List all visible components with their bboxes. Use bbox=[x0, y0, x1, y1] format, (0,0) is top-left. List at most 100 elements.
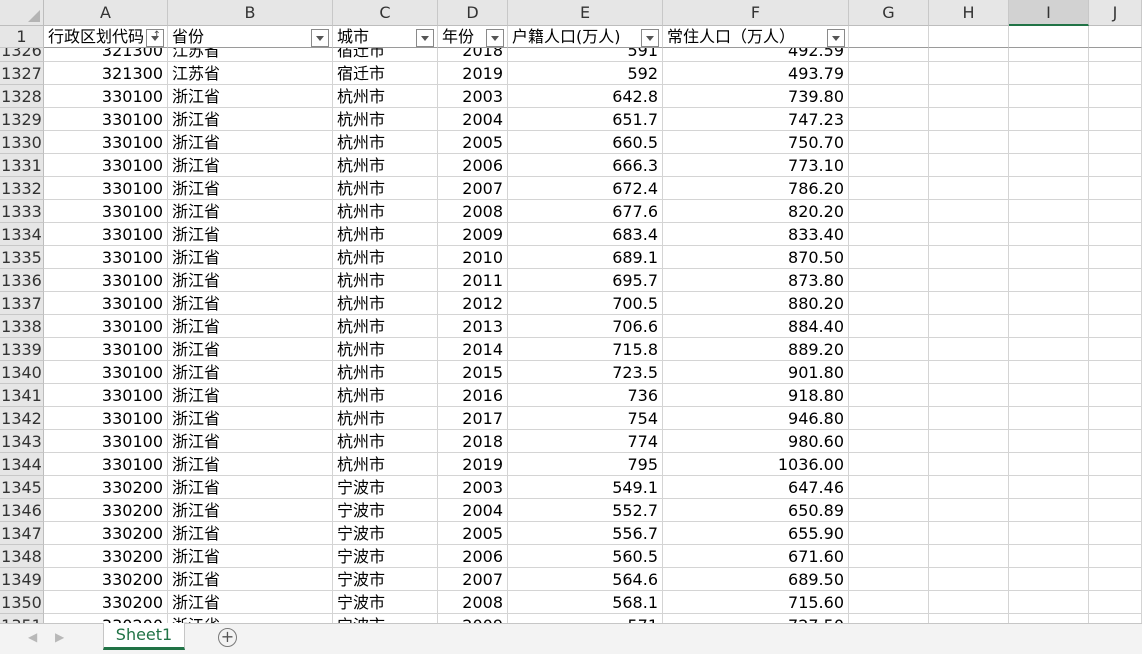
cell-year[interactable]: 2011 bbox=[438, 269, 508, 292]
empty-cell[interactable] bbox=[1009, 338, 1089, 361]
cell-province[interactable]: 浙江省 bbox=[168, 545, 333, 568]
empty-cell[interactable] bbox=[849, 223, 929, 246]
cell-year[interactable]: 2015 bbox=[438, 361, 508, 384]
cell-res[interactable]: 1036.00 bbox=[663, 453, 849, 476]
cell-reg[interactable]: 556.7 bbox=[508, 522, 663, 545]
row-header[interactable]: 1328 bbox=[0, 85, 44, 108]
cell-reg[interactable]: 689.1 bbox=[508, 246, 663, 269]
cell-city[interactable]: 宁波市 bbox=[333, 476, 438, 499]
empty-cell[interactable] bbox=[1009, 85, 1089, 108]
cell-province[interactable]: 浙江省 bbox=[168, 269, 333, 292]
cell-province[interactable]: 浙江省 bbox=[168, 384, 333, 407]
header-cell[interactable]: 行政区划代码 ↑ bbox=[44, 26, 168, 48]
row-header[interactable]: 1339 bbox=[0, 338, 44, 361]
cell-code[interactable]: 330100 bbox=[44, 407, 168, 430]
empty-cell[interactable] bbox=[849, 131, 929, 154]
cell-year[interactable]: 2008 bbox=[438, 591, 508, 614]
empty-cell[interactable] bbox=[1089, 384, 1142, 407]
cell-res[interactable]: 671.60 bbox=[663, 545, 849, 568]
cell-code[interactable]: 330100 bbox=[44, 85, 168, 108]
cell-city[interactable]: 宁波市 bbox=[333, 499, 438, 522]
empty-cell[interactable] bbox=[929, 430, 1009, 453]
empty-cell[interactable] bbox=[849, 154, 929, 177]
cell-res[interactable]: 901.80 bbox=[663, 361, 849, 384]
cell-res[interactable]: 889.20 bbox=[663, 338, 849, 361]
cell-city[interactable]: 宁波市 bbox=[333, 522, 438, 545]
empty-cell[interactable] bbox=[929, 62, 1009, 85]
cell-city[interactable]: 杭州市 bbox=[333, 269, 438, 292]
cell-reg[interactable]: 695.7 bbox=[508, 269, 663, 292]
empty-cell[interactable] bbox=[1009, 200, 1089, 223]
row-header[interactable]: 1330 bbox=[0, 131, 44, 154]
row-header[interactable]: 1342 bbox=[0, 407, 44, 430]
cell-code[interactable]: 330100 bbox=[44, 200, 168, 223]
cell-city[interactable]: 宁波市 bbox=[333, 545, 438, 568]
empty-cell[interactable] bbox=[1009, 384, 1089, 407]
filter-dropdown-button[interactable] bbox=[486, 29, 504, 47]
empty-cell[interactable] bbox=[1009, 430, 1089, 453]
empty-cell[interactable] bbox=[1009, 62, 1089, 85]
empty-cell[interactable] bbox=[1089, 223, 1142, 246]
empty-cell[interactable] bbox=[1089, 177, 1142, 200]
cell-res[interactable]: 884.40 bbox=[663, 315, 849, 338]
empty-cell[interactable] bbox=[1009, 177, 1089, 200]
cell-reg[interactable]: 754 bbox=[508, 407, 663, 430]
cell-res[interactable]: 655.90 bbox=[663, 522, 849, 545]
empty-cell[interactable] bbox=[849, 568, 929, 591]
empty-cell[interactable] bbox=[1009, 614, 1089, 623]
cell-year[interactable]: 2016 bbox=[438, 384, 508, 407]
cell-city[interactable]: 杭州市 bbox=[333, 361, 438, 384]
empty-cell[interactable] bbox=[849, 361, 929, 384]
cell-code[interactable]: 330100 bbox=[44, 108, 168, 131]
filter-dropdown-button[interactable] bbox=[827, 29, 845, 47]
empty-cell[interactable] bbox=[1009, 315, 1089, 338]
cell-year[interactable]: 2007 bbox=[438, 568, 508, 591]
cell-code[interactable]: 330100 bbox=[44, 292, 168, 315]
cell-city[interactable]: 宁波市 bbox=[333, 568, 438, 591]
empty-cell[interactable] bbox=[1089, 85, 1142, 108]
cell-code[interactable]: 330100 bbox=[44, 223, 168, 246]
empty-cell[interactable] bbox=[929, 269, 1009, 292]
cell-res[interactable]: 786.20 bbox=[663, 177, 849, 200]
empty-cell[interactable] bbox=[1009, 568, 1089, 591]
empty-cell[interactable] bbox=[929, 131, 1009, 154]
empty-cell[interactable] bbox=[849, 269, 929, 292]
add-sheet-button[interactable]: + bbox=[218, 628, 237, 647]
cell-reg[interactable]: 651.7 bbox=[508, 108, 663, 131]
cell-code[interactable]: 330200 bbox=[44, 545, 168, 568]
cell-year[interactable]: 2012 bbox=[438, 292, 508, 315]
cell-code[interactable]: 330100 bbox=[44, 315, 168, 338]
cell-year[interactable]: 2006 bbox=[438, 154, 508, 177]
cell-year[interactable]: 2005 bbox=[438, 522, 508, 545]
empty-cell[interactable] bbox=[929, 177, 1009, 200]
cell-city[interactable]: 杭州市 bbox=[333, 108, 438, 131]
row-header[interactable]: 1337 bbox=[0, 292, 44, 315]
cell-province[interactable]: 浙江省 bbox=[168, 338, 333, 361]
column-header-a[interactable]: A bbox=[44, 0, 168, 26]
cell-year[interactable]: 2007 bbox=[438, 177, 508, 200]
cell-province[interactable]: 江苏省 bbox=[168, 62, 333, 85]
empty-cell[interactable] bbox=[849, 338, 929, 361]
cell-city[interactable]: 杭州市 bbox=[333, 223, 438, 246]
row-header[interactable]: 1341 bbox=[0, 384, 44, 407]
empty-cell[interactable] bbox=[849, 499, 929, 522]
empty-cell[interactable] bbox=[1089, 545, 1142, 568]
cell-code[interactable]: 330100 bbox=[44, 430, 168, 453]
row-header[interactable]: 1329 bbox=[0, 108, 44, 131]
cell-city[interactable]: 杭州市 bbox=[333, 85, 438, 108]
empty-cell[interactable] bbox=[1089, 246, 1142, 269]
cell-province[interactable]: 浙江省 bbox=[168, 292, 333, 315]
cell-province[interactable]: 浙江省 bbox=[168, 407, 333, 430]
cell-code[interactable]: 330100 bbox=[44, 361, 168, 384]
empty-cell[interactable] bbox=[929, 545, 1009, 568]
cell-city[interactable]: 杭州市 bbox=[333, 154, 438, 177]
cell-code[interactable]: 330100 bbox=[44, 338, 168, 361]
cell-res[interactable]: 980.60 bbox=[663, 430, 849, 453]
cell-reg[interactable]: 660.5 bbox=[508, 131, 663, 154]
empty-cell[interactable] bbox=[929, 223, 1009, 246]
cell-code[interactable]: 330200 bbox=[44, 591, 168, 614]
cell-year[interactable]: 2010 bbox=[438, 246, 508, 269]
cell-res[interactable]: 750.70 bbox=[663, 131, 849, 154]
scroll-tabs-left-icon[interactable]: ◀ bbox=[28, 630, 37, 644]
empty-cell[interactable] bbox=[849, 522, 929, 545]
